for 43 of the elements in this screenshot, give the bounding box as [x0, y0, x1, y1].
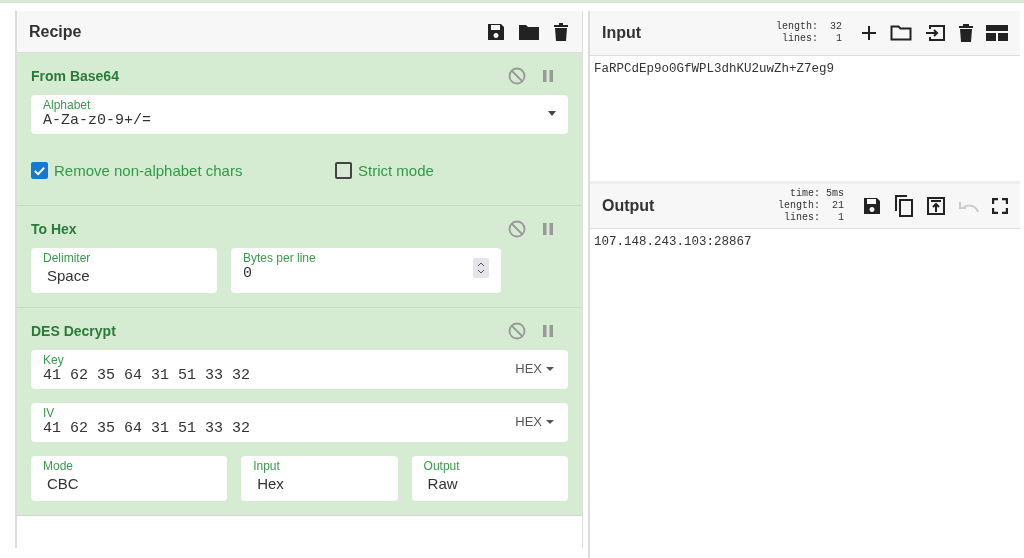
save-icon[interactable] [486, 21, 506, 42]
stat-value: 21 [831, 200, 844, 212]
stat-label: time: [789, 188, 820, 200]
stat-label: lines: [784, 212, 820, 224]
pane-text: FaRPCdEp9o0GfWPL3dhKU2uwZh+Z7eg9 [593, 61, 836, 78]
stat-label: length: [778, 200, 820, 212]
caret-icon[interactable] [548, 111, 556, 116]
checkbox[interactable] [31, 162, 48, 179]
input-field[interactable]: IV 41 62 35 64 31 51 33 32 HEX [31, 403, 568, 442]
operation-title: From Base64 [31, 68, 120, 84]
stat-value: 1 [835, 33, 842, 45]
format-dropdown[interactable]: HEX [515, 361, 554, 376]
save-icon[interactable] [862, 196, 882, 216]
import-icon[interactable] [924, 24, 946, 42]
replace-input-icon[interactable] [926, 196, 946, 216]
select-field[interactable]: Output Raw [411, 456, 568, 501]
number-field[interactable]: Bytes per line 0 [231, 248, 501, 293]
operation-title: To Hex [31, 221, 78, 237]
stat-value: 32 [829, 21, 842, 33]
spinner-icon[interactable] [473, 258, 489, 278]
select-field[interactable]: Mode CBC [31, 456, 228, 501]
select-field[interactable]: Delimiter Space [31, 248, 217, 293]
add-icon[interactable] [860, 24, 878, 42]
pane-title: Input [602, 24, 643, 42]
operation-title: DES Decrypt [31, 323, 117, 339]
input-field[interactable]: Key 41 62 35 64 31 51 33 32 HEX [31, 350, 568, 389]
stat-value: 1 [837, 212, 844, 224]
trash-icon[interactable] [958, 24, 974, 42]
checkbox[interactable] [335, 162, 352, 179]
stat-label: length: [776, 21, 818, 33]
stat-label: lines: [782, 33, 818, 45]
folder-icon[interactable] [890, 24, 912, 42]
fullscreen-icon[interactable] [992, 198, 1008, 214]
copy-icon[interactable] [894, 195, 914, 217]
layout-icon[interactable] [986, 25, 1008, 41]
select-field[interactable]: Input Hex [241, 456, 398, 501]
alphabet-field[interactable]: Alphabet A-Za-z0-9+/= [31, 95, 568, 134]
format-dropdown[interactable]: HEX [515, 414, 554, 429]
pane-title: Output [602, 197, 656, 215]
recipe-title: Recipe [29, 22, 83, 41]
pane-text: 107.148.243.103:28867 [593, 234, 753, 251]
trash-icon[interactable] [552, 21, 570, 42]
stat-value: 5ms [826, 188, 844, 200]
